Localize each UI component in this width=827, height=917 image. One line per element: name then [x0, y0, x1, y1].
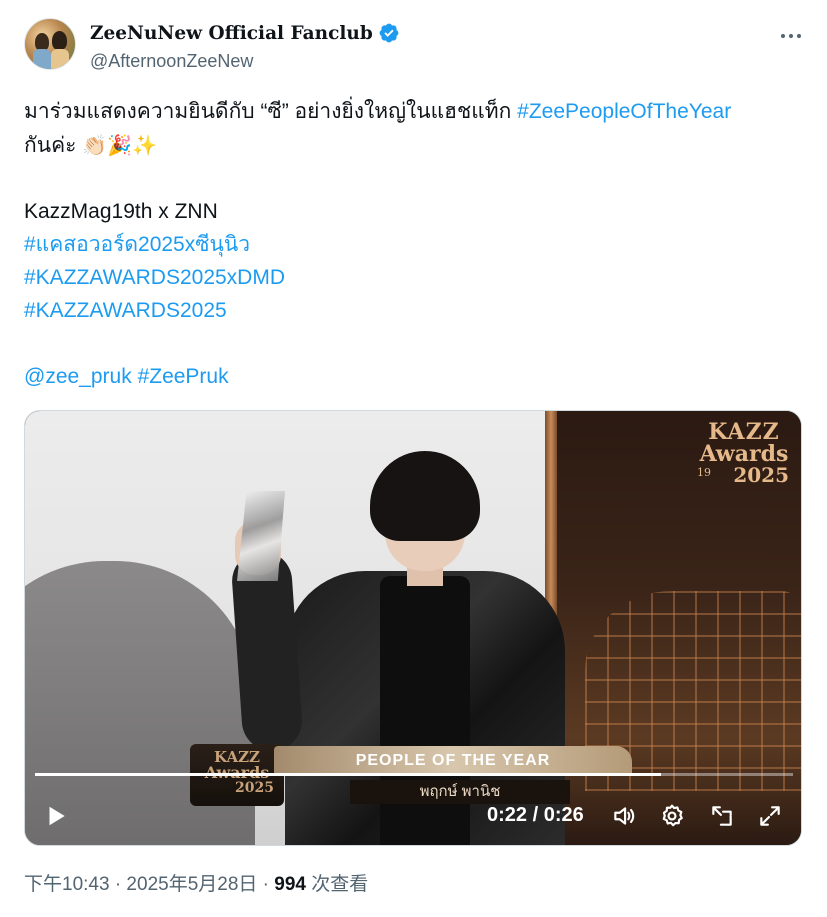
volume-icon[interactable] — [611, 803, 637, 829]
time-current: 0:22 — [487, 804, 528, 826]
tweet-text-line-mentions: @zee_pruk #ZeePruk — [24, 364, 229, 390]
gear-icon[interactable] — [659, 803, 685, 829]
time-separator: / — [532, 804, 539, 826]
tweet-text-line-2: กันค่ะ 👏🏻🎉✨ — [24, 132, 157, 159]
verified-badge-icon — [379, 23, 399, 43]
play-icon[interactable] — [43, 803, 69, 829]
hashtag-link[interactable]: #ZeePeopleOfTheYear — [517, 100, 731, 123]
tweet-text: มาร่วมแสดงความยินดีกับ “ซี” อย่างยิ่งใหญ… — [24, 100, 518, 123]
logo-text: Awards — [699, 441, 789, 467]
video-progress-bar[interactable] — [35, 773, 793, 776]
kazz-awards-logo: KAZZ Awards 2025 19 — [695, 421, 793, 485]
tweet-timestamp[interactable]: 下午10:43 · 2025年5月28日 · — [24, 874, 274, 895]
logo-text: KAZZ — [708, 419, 780, 445]
picture-in-picture-icon[interactable] — [709, 803, 735, 829]
hashtag-link[interactable]: #KAZZAWARDS2025 — [24, 298, 227, 324]
hashtag-link[interactable]: #ZeePruk — [138, 365, 229, 388]
views-count: 994 — [274, 874, 306, 895]
mention-link[interactable]: @zee_pruk — [24, 365, 132, 388]
emoji-group: 👏🏻🎉✨ — [82, 133, 157, 157]
video-time: 0:22 / 0:26 — [487, 804, 584, 827]
video-controls: 0:22 / 0:26 — [25, 791, 801, 841]
author-handle[interactable]: @AfternoonZeeNew — [90, 51, 253, 72]
more-options-icon[interactable] — [779, 24, 803, 48]
tweet-text: กันค่ะ — [24, 134, 83, 157]
logo-anniversary: 19 — [697, 466, 711, 479]
avatar[interactable] — [24, 18, 76, 70]
tweet-meta: 下午10:43 · 2025年5月28日 · 994 次查看 — [24, 872, 368, 898]
tweet-text-line-3: KazzMag19th x ZNN — [24, 200, 218, 223]
video-player[interactable]: KAZZ Awards 2025 19 KAZZ Awards 2025 PEO… — [24, 410, 802, 846]
fullscreen-icon[interactable] — [757, 803, 783, 829]
tweet: ZeeNuNew Official Fanclub @AfternoonZeeN… — [0, 0, 827, 917]
time-total: 0:26 — [543, 804, 584, 826]
tweet-text-line-1: มาร่วมแสดงความยินดีกับ “ซี” อย่างยิ่งใหญ… — [24, 99, 731, 125]
hashtag-link[interactable]: #แคสอวอร์ด2025xซีนุนิว — [24, 232, 250, 258]
author-display-name[interactable]: ZeeNuNew Official Fanclub — [90, 23, 373, 44]
video-progress-fill — [35, 773, 662, 776]
views-label: 次查看 — [306, 874, 369, 895]
hashtag-link[interactable]: #KAZZAWARDS2025xDMD — [24, 265, 285, 291]
author-name-row: ZeeNuNew Official Fanclub — [90, 22, 400, 44]
lower-third-award-title: PEOPLE OF THE YEAR — [274, 746, 632, 776]
